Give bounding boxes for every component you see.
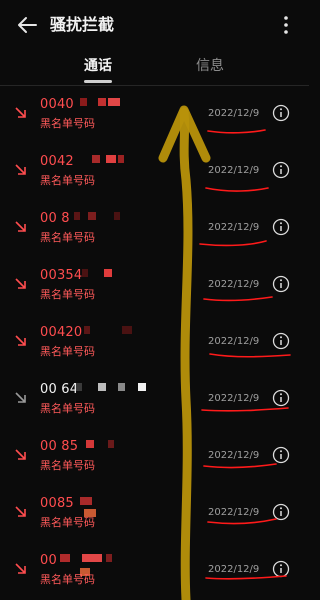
blacklist-tag: 黑名单号码 <box>40 516 95 529</box>
blacklist-tag: 黑名单号码 <box>40 402 95 415</box>
phone-number: 00 <box>40 553 57 568</box>
missed-call-arrow-icon <box>15 392 26 403</box>
incoming-call-arrow-icon <box>15 107 26 118</box>
info-icon[interactable] <box>272 104 290 122</box>
blacklist-tag: 黑名单号码 <box>40 117 95 130</box>
call-row[interactable]: 00354 黑名单号码 2022/12/9 <box>0 257 309 313</box>
info-icon[interactable] <box>272 446 290 464</box>
info-icon[interactable] <box>272 389 290 407</box>
incoming-call-arrow-icon <box>15 449 26 460</box>
app-bar: 骚扰拦截 <box>0 0 309 52</box>
call-date: 2022/12/9 <box>208 393 260 404</box>
phone-number: 0085 <box>40 496 74 511</box>
more-vert-icon[interactable] <box>279 14 293 36</box>
call-row[interactable]: 0040 黑名单号码 2022/12/9 <box>0 86 309 142</box>
tab-indicator <box>84 80 112 83</box>
blacklist-tag: 黑名单号码 <box>40 345 95 358</box>
phone-number: 00354 <box>40 268 83 283</box>
call-row[interactable]: 0042 黑名单号码 2022/12/9 <box>0 143 309 199</box>
info-icon[interactable] <box>272 560 290 578</box>
incoming-call-arrow-icon <box>15 563 26 574</box>
call-row[interactable]: 00 黑名单号码 2022/12/9 <box>0 542 309 598</box>
page-title: 骚扰拦截 <box>50 15 115 34</box>
info-icon[interactable] <box>272 275 290 293</box>
incoming-call-arrow-icon <box>15 164 26 175</box>
phone-number: 0040 <box>40 97 74 112</box>
info-icon[interactable] <box>272 161 290 179</box>
blacklist-tag: 黑名单号码 <box>40 174 95 187</box>
incoming-call-arrow-icon <box>15 506 26 517</box>
incoming-call-arrow-icon <box>15 278 26 289</box>
info-icon[interactable] <box>272 218 290 236</box>
call-date: 2022/12/9 <box>208 279 260 290</box>
phone-number: 00 8 <box>40 211 70 226</box>
tab-calls[interactable]: 通话 <box>38 56 158 76</box>
info-icon[interactable] <box>272 332 290 350</box>
tab-messages[interactable]: 信息 <box>150 56 270 76</box>
phone-number: 00 64 <box>40 382 79 397</box>
call-date: 2022/12/9 <box>208 222 260 233</box>
phone-number: 00420 <box>40 325 83 340</box>
blacklist-tag: 黑名单号码 <box>40 231 95 244</box>
incoming-call-arrow-icon <box>15 335 26 346</box>
phone-number: 00 85 <box>40 439 79 454</box>
call-row[interactable]: 00420 黑名单号码 2022/12/9 <box>0 314 309 370</box>
call-date: 2022/12/9 <box>208 450 260 461</box>
call-date: 2022/12/9 <box>208 165 260 176</box>
phone-number: 0042 <box>40 154 74 169</box>
call-row[interactable]: 00 64 黑名单号码 2022/12/9 <box>0 371 309 427</box>
blacklist-tag: 黑名单号码 <box>40 573 95 586</box>
call-row[interactable]: 00 85 黑名单号码 2022/12/9 <box>0 428 309 484</box>
call-date: 2022/12/9 <box>208 564 260 575</box>
blacklist-tag: 黑名单号码 <box>40 459 95 472</box>
back-arrow-icon[interactable] <box>16 14 38 36</box>
call-date: 2022/12/9 <box>208 108 260 119</box>
blacklist-tag: 黑名单号码 <box>40 288 95 301</box>
call-row[interactable]: 00 8 黑名单号码 2022/12/9 <box>0 200 309 256</box>
tab-bar: 通话 信息 <box>0 52 309 86</box>
call-log-list[interactable]: 0040 黑名单号码 2022/12/9 0042 黑名单号码 2022/12/… <box>0 86 309 600</box>
call-date: 2022/12/9 <box>208 507 260 518</box>
incoming-call-arrow-icon <box>15 221 26 232</box>
info-icon[interactable] <box>272 503 290 521</box>
call-date: 2022/12/9 <box>208 336 260 347</box>
call-row[interactable]: 0085 黑名单号码 2022/12/9 <box>0 485 309 541</box>
